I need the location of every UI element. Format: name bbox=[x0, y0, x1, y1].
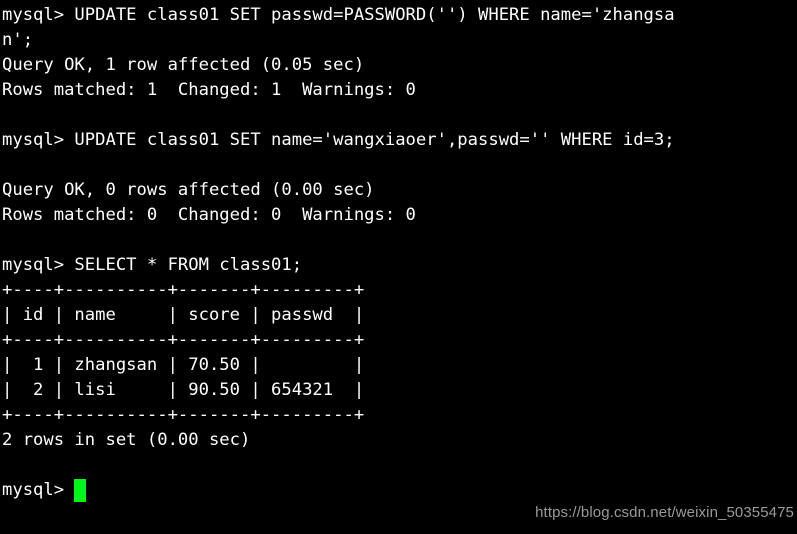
terminal-line: Query OK, 0 rows affected (0.00 sec) bbox=[2, 180, 375, 200]
table-row: | 2 | lisi | 90.50 | 654321 | bbox=[2, 380, 365, 400]
table-rule-top: +----+----------+-------+---------+ bbox=[2, 280, 365, 300]
table-header-row: | id | name | score | passwd | bbox=[2, 305, 365, 325]
terminal-line: 2 rows in set (0.00 sec) bbox=[2, 430, 251, 450]
terminal-line: Rows matched: 1 Changed: 1 Warnings: 0 bbox=[2, 80, 416, 100]
table-row: | 1 | zhangsan | 70.50 | | bbox=[2, 355, 365, 375]
text-cursor bbox=[74, 479, 87, 502]
terminal-line: Rows matched: 0 Changed: 0 Warnings: 0 bbox=[2, 205, 416, 225]
terminal-line: n'; bbox=[2, 30, 34, 50]
terminal-line: mysql> UPDATE class01 SET passwd=PASSWOR… bbox=[2, 5, 675, 25]
table-rule-header: +----+----------+-------+---------+ bbox=[2, 330, 365, 350]
prompt-label: mysql> bbox=[2, 480, 75, 500]
active-prompt-line[interactable]: mysql> bbox=[2, 478, 797, 503]
table-rule-bottom: +----+----------+-------+---------+ bbox=[2, 405, 365, 425]
terminal-line: Query OK, 1 row affected (0.05 sec) bbox=[2, 55, 365, 75]
watermark-url: https://blog.csdn.net/weixin_50355475 bbox=[535, 504, 794, 521]
terminal-line: mysql> SELECT * FROM class01; bbox=[2, 255, 303, 275]
terminal-window[interactable]: mysql> UPDATE class01 SET passwd=PASSWOR… bbox=[0, 0, 797, 534]
terminal-line: mysql> UPDATE class01 SET name='wangxiao… bbox=[2, 130, 675, 150]
terminal-screen[interactable]: mysql> UPDATE class01 SET passwd=PASSWOR… bbox=[2, 3, 797, 503]
